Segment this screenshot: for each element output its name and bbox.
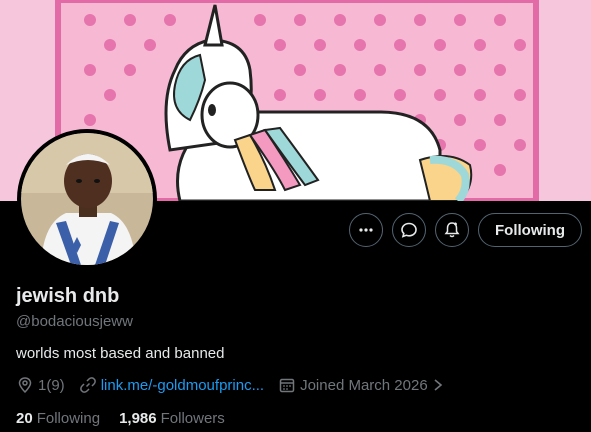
profile-avatar[interactable] [17,129,157,269]
joined-item: Joined March 2026 [278,376,448,394]
more-icon [359,228,373,232]
location-text: 1(9) [38,376,65,394]
followers-label: Followers [160,410,225,427]
profile-handle: @bodaciousjeww [16,313,133,330]
following-label: Following [36,410,101,427]
following-button[interactable]: Following [478,213,582,247]
profile-name: jewish dnb [16,285,120,307]
following-count: 20 [16,410,33,427]
followers-count: 1,986 [119,410,157,427]
message-button[interactable] [392,213,427,247]
notification-bell-icon [444,222,460,238]
profile-meta: 1(9) link.me/-goldmoufprinc... Joined Ma… [16,376,462,394]
location-pin-icon [18,377,32,394]
profile-photo-icon [21,133,153,265]
calendar-icon [279,378,295,393]
link-item[interactable]: link.me/-goldmoufprinc... [79,376,264,394]
profile-stats: 20 Following 1,986 Followers [16,410,225,427]
followers-stat[interactable]: 1,986 Followers [119,410,225,427]
profile-actions: Following [349,213,582,247]
link-icon [79,377,96,393]
chevron-right-icon[interactable] [432,378,444,392]
location-item: 1(9) [16,376,65,394]
more-button[interactable] [349,213,384,247]
following-stat[interactable]: 20 Following [16,410,100,427]
joined-text: Joined March 2026 [300,376,428,394]
profile-bio: worlds most based and banned [16,345,225,362]
message-icon [401,222,417,238]
profile-link[interactable]: link.me/-goldmoufprinc... [101,377,264,394]
notify-button[interactable] [435,213,470,247]
